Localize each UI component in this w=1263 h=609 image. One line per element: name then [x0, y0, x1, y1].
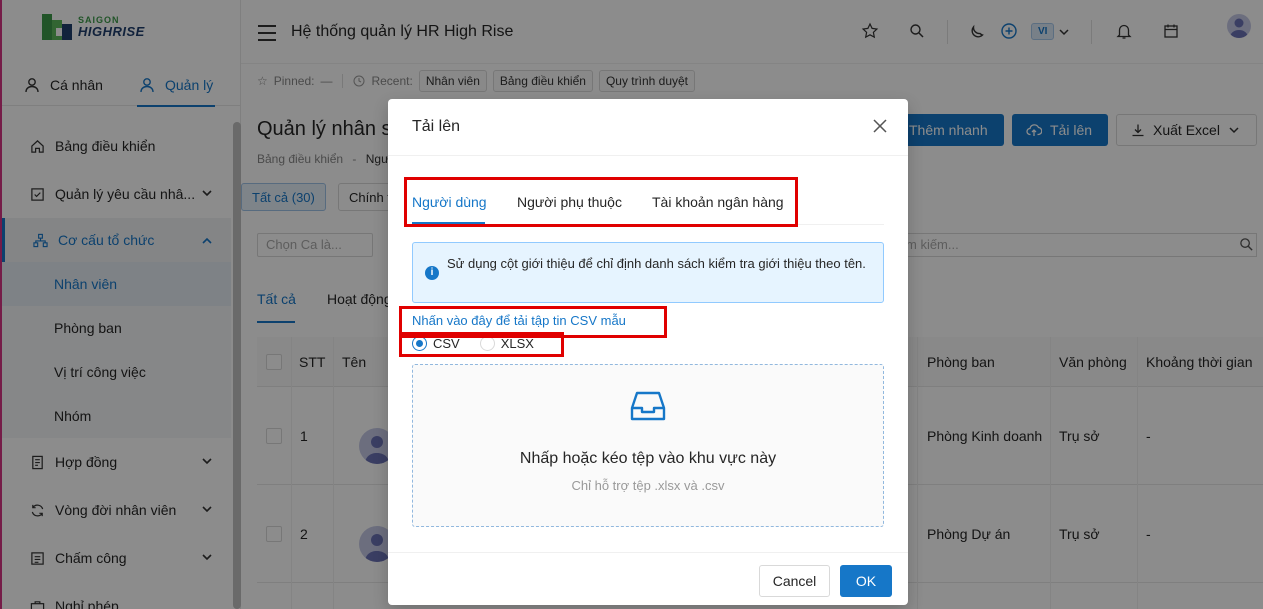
- modal-title: Tải lên: [412, 118, 461, 135]
- cancel-button[interactable]: Cancel: [759, 565, 830, 597]
- close-icon[interactable]: [872, 118, 888, 134]
- inbox-icon: [630, 391, 666, 421]
- tab-dependents[interactable]: Người phụ thuộc: [517, 194, 622, 210]
- tab-users[interactable]: Người dùng: [412, 194, 487, 210]
- info-icon: i: [425, 266, 439, 280]
- upload-type-tabs: Người dùng Người phụ thuộc Tài khoản ngâ…: [412, 179, 884, 225]
- tab-indicator: [412, 222, 485, 224]
- info-text: Sử dụng cột giới thiệu để chỉ định danh …: [447, 256, 866, 271]
- file-dropzone[interactable]: Nhấp hoặc kéo tệp vào khu vực này Chỉ hỗ…: [412, 364, 884, 527]
- ok-button[interactable]: OK: [840, 565, 892, 597]
- csv-template-link[interactable]: Nhấn vào đây để tải tập tin CSV mẫu: [412, 313, 626, 328]
- radio-xlsx-label: XLSX: [500, 336, 534, 351]
- radio-csv-label: CSV: [433, 336, 460, 351]
- upload-modal: Tải lên Người dùng Người phụ thuộc Tài k…: [388, 99, 908, 605]
- dropzone-text: Nhấp hoặc kéo tệp vào khu vực này: [519, 450, 777, 467]
- modal-header: Tải lên: [388, 99, 908, 156]
- radio-csv[interactable]: [412, 336, 427, 351]
- modal-footer: Cancel OK: [388, 552, 908, 605]
- format-radio-group: CSV XLSX: [412, 336, 534, 351]
- dropzone-hint: Chỉ hỗ trợ tệp .xlsx và .csv: [571, 478, 725, 493]
- info-alert: i Sử dụng cột giới thiệu để chỉ định dan…: [412, 242, 884, 303]
- radio-xlsx[interactable]: [479, 336, 495, 351]
- tab-bank-accounts[interactable]: Tài khoản ngân hàng: [652, 194, 784, 210]
